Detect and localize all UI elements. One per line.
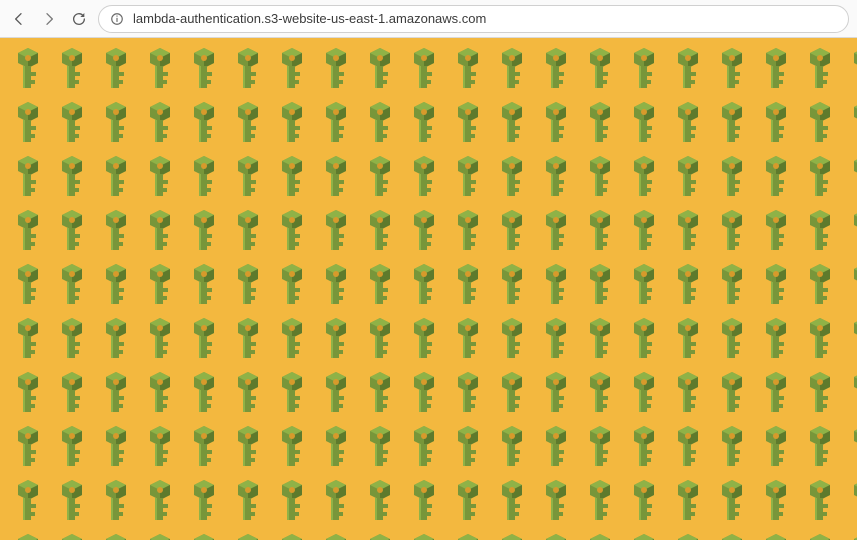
page-content-key-pattern [0, 38, 857, 540]
page-viewport [0, 38, 857, 540]
url-input[interactable] [133, 11, 838, 26]
address-bar[interactable] [98, 5, 849, 33]
site-info-icon[interactable] [109, 11, 125, 27]
back-button[interactable] [8, 8, 30, 30]
arrow-left-icon [11, 11, 27, 27]
reload-button[interactable] [68, 8, 90, 30]
forward-button[interactable] [38, 8, 60, 30]
arrow-right-icon [41, 11, 57, 27]
browser-toolbar [0, 0, 857, 38]
reload-icon [71, 11, 87, 27]
